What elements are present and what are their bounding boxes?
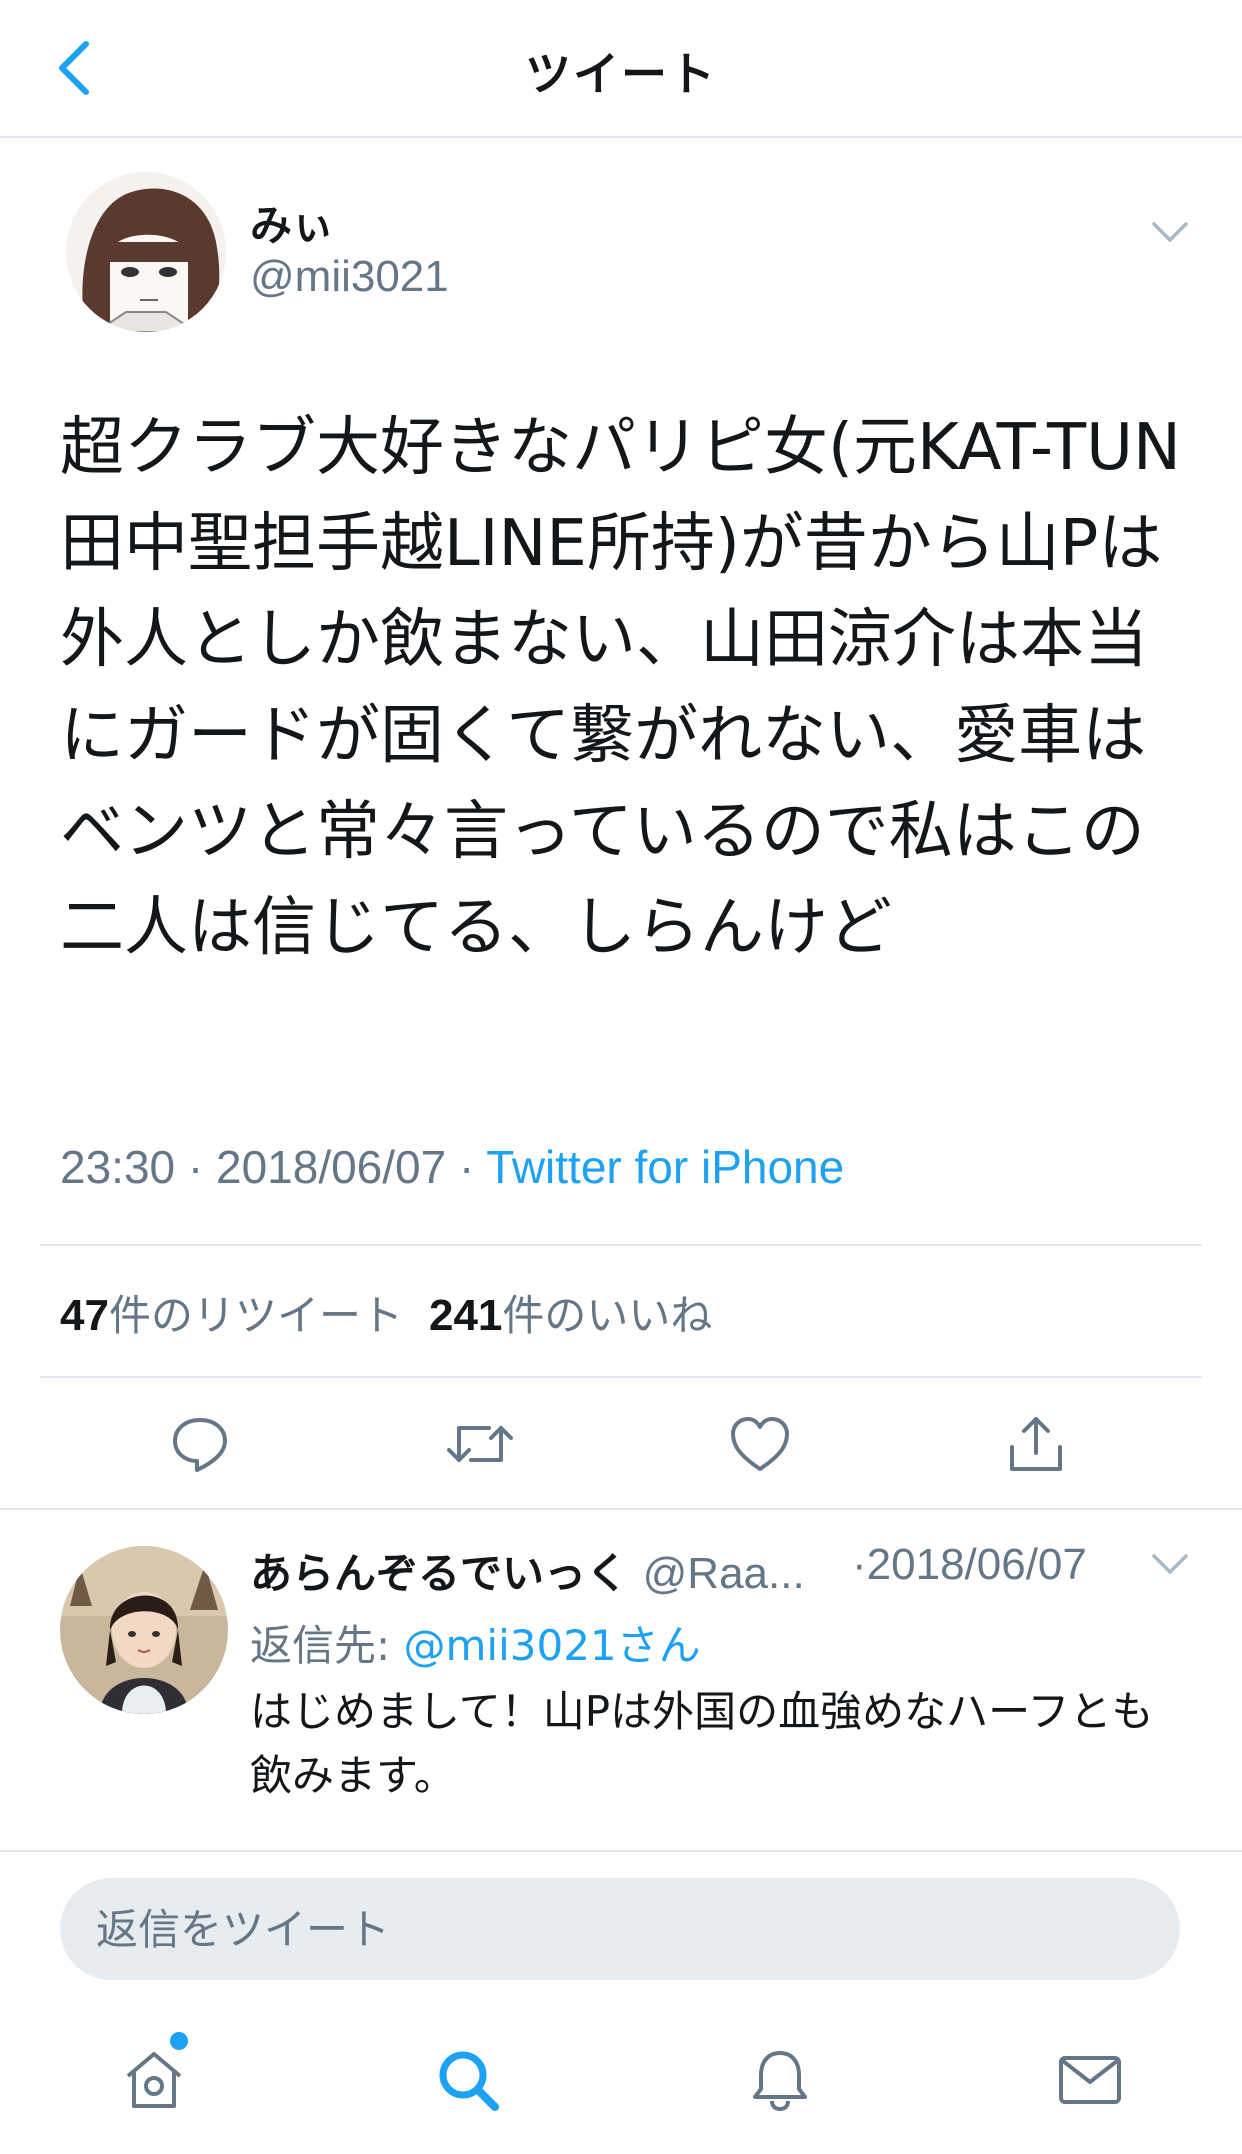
divider: [0, 1508, 1242, 1510]
tab-home[interactable]: [104, 2030, 204, 2130]
divider: [40, 1376, 1202, 1378]
reply-author-avatar[interactable]: [60, 1546, 228, 1714]
reply-menu-button[interactable]: [1150, 1544, 1190, 1584]
tab-search[interactable]: [418, 2030, 518, 2130]
reply-to-mention[interactable]: @mii3021さん: [404, 1621, 701, 1670]
share-button[interactable]: [996, 1404, 1076, 1484]
home-icon: [126, 2052, 182, 2108]
chevron-down-icon: [1152, 1554, 1188, 1574]
reply-icon: [173, 1418, 227, 1472]
reply-text: はじめまして！山Pは外国の血強めなハーフとも飲みます。: [250, 1687, 1154, 1800]
likes-label: 件のいいね: [502, 1291, 713, 1340]
reply-input[interactable]: [60, 1878, 1180, 1980]
messages-icon: [1059, 2056, 1121, 2104]
reply-to-line: 返信先: @mii3021さん: [250, 1612, 701, 1673]
tweet-stats: 47件のリツイート 241件のいいね: [60, 1282, 712, 1343]
like-button[interactable]: [720, 1404, 800, 1484]
likes-count: 241: [428, 1291, 503, 1340]
home-notification-dot: [170, 2032, 188, 2050]
reply-author[interactable]: あらんぞるでいっく @Raa...: [250, 1540, 805, 1601]
tweet-meta: 23:30 · 2018/06/07 · Twitter for iPhone: [60, 1140, 844, 1194]
author-handle[interactable]: @mii3021: [250, 252, 449, 302]
reply-author-name: あらんぞるでいっく: [250, 1549, 629, 1598]
tab-notifications[interactable]: [730, 2030, 830, 2130]
tweet-source-link[interactable]: Twitter for iPhone: [486, 1141, 844, 1193]
reply-to-label: 返信先:: [250, 1621, 404, 1670]
avatar-photo: [60, 1546, 228, 1714]
author-name[interactable]: みぃ: [250, 192, 334, 253]
tweet-menu-button[interactable]: [1150, 212, 1190, 252]
search-icon: [439, 2051, 499, 2111]
reply-button[interactable]: [160, 1404, 240, 1484]
retweet-icon: [447, 1426, 513, 1462]
tweet-text: 超クラブ大好きなパリピ女(元KAT-TUN田中聖担手越LINE所持)が昔から山P…: [60, 411, 1181, 965]
share-icon: [1010, 1417, 1062, 1471]
divider: [40, 1244, 1202, 1246]
notifications-icon: [753, 2051, 807, 2111]
reply-date: ·2018/06/07: [852, 1540, 1087, 1589]
likes-stat[interactable]: 241件のいいね: [429, 1291, 712, 1340]
page-title: ツイート: [525, 47, 717, 101]
retweet-button[interactable]: [440, 1404, 520, 1484]
like-icon: [731, 1417, 789, 1471]
avatar-illustration: [66, 172, 226, 332]
retweets-count: 47: [60, 1291, 109, 1340]
tab-messages[interactable]: [1040, 2030, 1140, 2130]
tweet-timestamp: 23:30 · 2018/06/07 ·: [60, 1141, 487, 1193]
reply-author-handle: @Raa...: [642, 1549, 805, 1598]
chevron-down-icon: [1152, 222, 1188, 242]
retweets-label: 件のリツイート: [108, 1291, 403, 1340]
retweets-stat[interactable]: 47件のリツイート: [60, 1291, 403, 1340]
author-avatar[interactable]: [66, 172, 226, 332]
